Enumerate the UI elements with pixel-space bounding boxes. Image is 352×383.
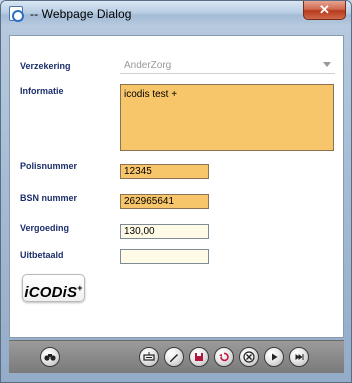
informatie-textarea[interactable]: icodis test + bbox=[120, 84, 334, 151]
dialog-window: -- Webpage Dialog ✕ Verzekering AnderZor… bbox=[0, 0, 352, 383]
bsn-label: BSN nummer bbox=[20, 193, 78, 203]
uitbetaald-label: Uitbetaald bbox=[20, 250, 64, 260]
vergoeding-field[interactable]: 130,00 bbox=[120, 224, 209, 239]
informatie-label: Informatie bbox=[20, 86, 64, 96]
search-icon[interactable] bbox=[40, 347, 60, 367]
save-icon[interactable] bbox=[189, 347, 209, 367]
next-icon[interactable] bbox=[264, 347, 284, 367]
verzekering-label: Verzekering bbox=[20, 61, 71, 71]
close-button[interactable]: ✕ bbox=[303, 1, 346, 20]
icodis-logo: iCODiS+ bbox=[22, 274, 85, 302]
polisnummer-field[interactable]: 12345 bbox=[120, 164, 209, 179]
keyboard-icon[interactable] bbox=[139, 347, 159, 367]
window-title: -- Webpage Dialog bbox=[30, 7, 132, 21]
title-bar[interactable]: -- Webpage Dialog ✕ bbox=[1, 1, 351, 27]
verzekering-select[interactable]: AnderZorg bbox=[120, 58, 335, 74]
last-icon[interactable] bbox=[289, 347, 309, 367]
polisnummer-label: Polisnummer bbox=[20, 161, 78, 171]
chevron-down-icon bbox=[323, 62, 331, 67]
bottom-toolbar bbox=[9, 340, 344, 373]
ie-icon bbox=[9, 6, 24, 22]
vergoeding-label: Vergoeding bbox=[20, 223, 70, 233]
delete-icon[interactable] bbox=[239, 347, 259, 367]
bsn-field[interactable]: 262965641 bbox=[120, 194, 209, 209]
uitbetaald-field[interactable] bbox=[120, 249, 209, 264]
undo-icon[interactable] bbox=[214, 347, 234, 367]
form-panel: Verzekering AnderZorg Informatie icodis … bbox=[9, 35, 344, 338]
edit-icon[interactable] bbox=[164, 347, 184, 367]
logo-text: iCODiS bbox=[24, 284, 78, 301]
verzekering-value: AnderZorg bbox=[124, 60, 172, 71]
logo-plus: + bbox=[77, 283, 83, 293]
